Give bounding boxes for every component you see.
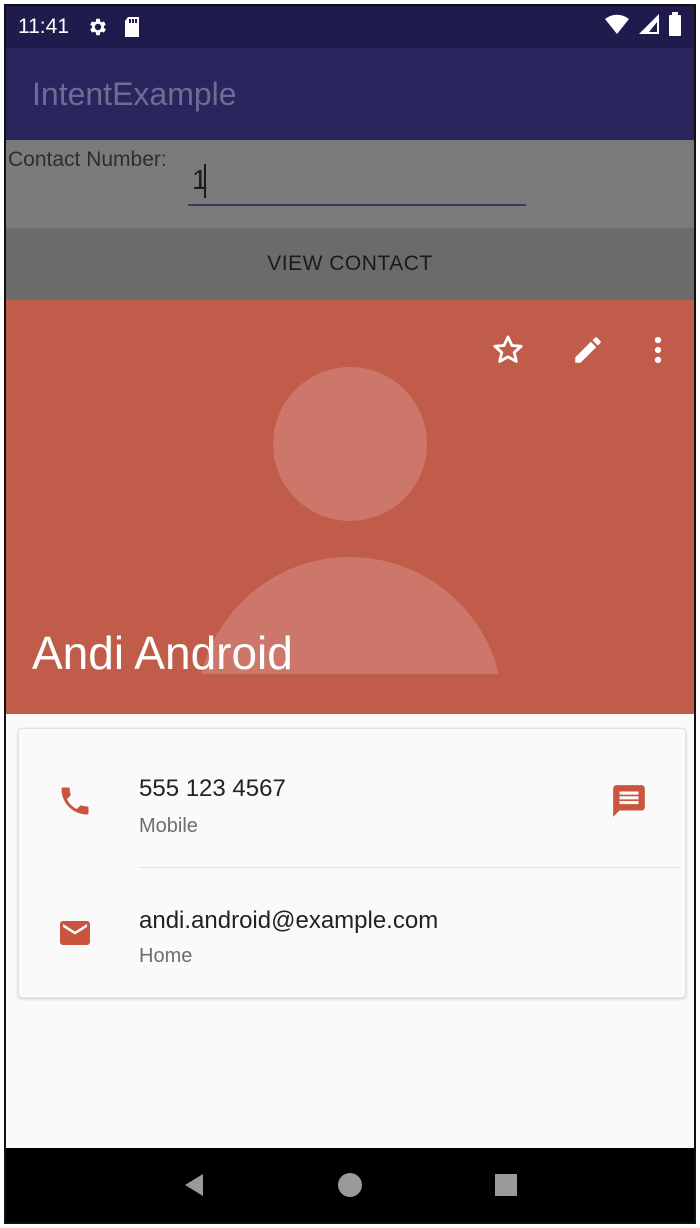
contact-number-label: Contact Number: [8, 148, 167, 171]
email-type: Home [139, 945, 193, 967]
more-icon[interactable] [638, 330, 678, 370]
phone-number[interactable]: 555 123 4567 [139, 775, 286, 803]
settings-icon [87, 16, 109, 38]
email-address[interactable]: andi.android@example.com [139, 907, 438, 935]
phone-screen: 11:41 IntentExample Contact Number: VIEW… [4, 4, 696, 1224]
recents-icon[interactable] [486, 1165, 526, 1205]
back-icon[interactable] [174, 1165, 214, 1205]
wifi-icon [604, 13, 630, 41]
message-icon[interactable] [609, 781, 649, 821]
contact-header: Andi Android [6, 300, 694, 714]
home-icon[interactable] [330, 1165, 370, 1205]
navigation-bar [6, 1148, 694, 1222]
intent-form: Contact Number: VIEW CONTACT [6, 140, 694, 300]
battery-icon [668, 12, 682, 42]
view-contact-button[interactable]: VIEW CONTACT [6, 228, 694, 300]
status-time: 11:41 [18, 15, 69, 38]
app-bar: IntentExample [6, 48, 694, 140]
text-cursor [204, 164, 206, 198]
sd-card-icon [123, 16, 141, 38]
contact-details-card: 555 123 4567 Mobile andi.android@example… [18, 728, 686, 998]
contact-number-input[interactable] [188, 156, 526, 206]
phone-icon[interactable] [55, 781, 95, 821]
signal-icon [638, 13, 660, 41]
email-icon[interactable] [55, 913, 95, 953]
app-title: IntentExample [32, 75, 237, 112]
edit-icon[interactable] [568, 330, 608, 370]
contact-name: Andi Android [32, 627, 293, 679]
row-divider [139, 867, 679, 868]
avatar-placeholder-head [273, 367, 427, 521]
status-bar: 11:41 [6, 6, 694, 48]
phone-type: Mobile [139, 815, 198, 837]
star-icon[interactable] [488, 330, 528, 370]
